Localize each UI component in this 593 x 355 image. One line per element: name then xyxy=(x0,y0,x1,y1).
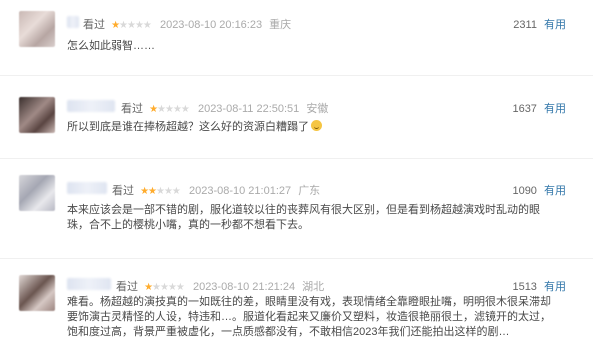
divider xyxy=(0,158,593,159)
vote-area: 1513 有用 xyxy=(512,278,566,294)
watched-label: 看过 xyxy=(83,19,105,31)
review-time: 2023-08-10 21:21:24 xyxy=(192,281,296,293)
watched-label: 看过 xyxy=(121,103,143,115)
review-text-body: 所以到底是谁在捧杨超越？这么好的资源白糟蹋了 xyxy=(67,121,309,133)
username[interactable] xyxy=(67,182,107,194)
review-meta: 看过 ★★★★★ 2023-08-10 21:01:27 广东 xyxy=(112,182,320,198)
watched-label: 看过 xyxy=(112,185,134,197)
vote-count: 1637 xyxy=(512,103,537,115)
watched-label: 看过 xyxy=(116,281,138,293)
username[interactable] xyxy=(67,278,111,290)
review-meta: 看过 ★★★★★ 2023-08-10 20:16:23 重庆 xyxy=(83,16,291,32)
rating-stars: ★★★★★ xyxy=(149,104,190,115)
review-meta: 看过 ★★★★★ 2023-08-10 21:21:24 湖北 xyxy=(116,278,324,294)
divider xyxy=(0,258,593,259)
vote-area: 2311 有用 xyxy=(513,16,566,32)
avatar[interactable] xyxy=(19,97,55,133)
review-location: 湖北 xyxy=(302,281,325,293)
divider xyxy=(0,75,593,76)
avatar[interactable] xyxy=(19,275,55,311)
vote-count: 1090 xyxy=(512,185,537,197)
vote-count: 1513 xyxy=(512,281,537,293)
smile-emoji-icon xyxy=(311,120,322,131)
review-meta: 看过 ★★★★★ 2023-08-11 22:50:51 安徽 xyxy=(121,100,328,116)
review-location: 重庆 xyxy=(269,19,292,31)
avatar[interactable] xyxy=(19,175,55,211)
review-location: 安徽 xyxy=(306,103,329,115)
vote-count: 2311 xyxy=(513,19,537,31)
vote-area: 1637 有用 xyxy=(512,100,566,116)
useful-button[interactable]: 有用 xyxy=(544,103,566,115)
rating-stars: ★★★★★ xyxy=(144,282,185,293)
avatar[interactable] xyxy=(19,11,55,47)
review-time: 2023-08-10 21:01:27 xyxy=(188,185,292,197)
review-time: 2023-08-11 22:50:51 xyxy=(197,103,300,115)
rating-stars: ★★★★★ xyxy=(111,20,152,31)
review-text: 本来应该会是一部不错的剧，服化道较以往的丧葬风有很大区别，但是看到杨超越演戏时乱… xyxy=(67,204,540,231)
username[interactable] xyxy=(67,100,115,112)
username[interactable] xyxy=(67,16,79,28)
useful-button[interactable]: 有用 xyxy=(544,281,566,293)
review-location: 广东 xyxy=(298,185,321,197)
useful-button[interactable]: 有用 xyxy=(544,19,566,31)
review-text: 所以到底是谁在捧杨超越？这么好的资源白糟蹋了 xyxy=(67,120,560,135)
rating-stars: ★★★★★ xyxy=(140,186,181,197)
review-time: 2023-08-10 20:16:23 xyxy=(159,19,263,31)
review-text: 难看。杨超越的演技真的一如既往的差，眼睛里没有戏，表现情绪全靠瞪眼扯嘴，明明很木… xyxy=(67,296,551,338)
review-text: 怎么如此弱智…… xyxy=(67,40,155,52)
useful-button[interactable]: 有用 xyxy=(544,185,566,197)
vote-area: 1090 有用 xyxy=(512,182,566,198)
